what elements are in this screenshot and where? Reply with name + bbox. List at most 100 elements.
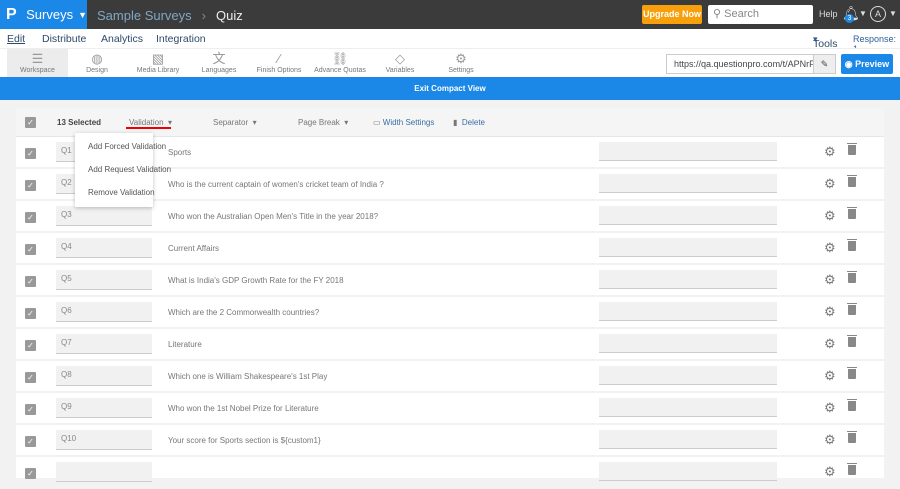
question-checkbox[interactable]: ✓ — [25, 436, 36, 447]
question-text[interactable]: Sports — [168, 148, 191, 157]
tab-edit[interactable]: Edit — [7, 33, 25, 45]
tab-distribute[interactable]: Distribute — [42, 33, 86, 45]
question-checkbox[interactable]: ✓ — [25, 468, 36, 479]
toolbar-workspace[interactable]: ☰ Workspace — [7, 49, 68, 78]
question-checkbox[interactable]: ✓ — [25, 244, 36, 255]
trash-icon[interactable] — [847, 303, 857, 315]
answer-field[interactable] — [599, 366, 777, 385]
answer-field[interactable] — [599, 270, 777, 289]
menu-item-remove-validation[interactable]: Remove Validation — [88, 188, 155, 197]
notification-badge: 3 — [845, 14, 854, 23]
answer-field[interactable] — [599, 174, 777, 193]
upgrade-button[interactable]: Upgrade Now — [642, 5, 702, 24]
product-switcher[interactable]: P Surveys ▼ — [0, 0, 87, 29]
exit-compact-view-button[interactable]: Exit Compact View — [0, 77, 900, 100]
trash-icon[interactable] — [847, 335, 857, 347]
avatar[interactable]: A — [870, 6, 886, 22]
question-text[interactable]: What is India's GDP Growth Rate for the … — [168, 276, 344, 285]
ruler-icon: ▭ — [373, 118, 381, 127]
preview-button[interactable]: ◉ Preview — [841, 54, 893, 74]
breadcrumb-folder[interactable]: Sample Surveys — [97, 8, 192, 23]
question-code-input[interactable] — [56, 462, 152, 482]
question-checkbox[interactable]: ✓ — [25, 148, 36, 159]
question-code-input[interactable]: Q10 — [56, 430, 152, 450]
trash-icon[interactable] — [847, 431, 857, 443]
question-code-input[interactable]: Q4 — [56, 238, 152, 258]
tools-menu[interactable]: Tools ▾ — [813, 34, 838, 50]
validation-dropdown[interactable]: Validation ▾ — [129, 118, 172, 127]
question-code-input[interactable]: Q8 — [56, 366, 152, 386]
question-checkbox[interactable]: ✓ — [25, 308, 36, 319]
answer-field[interactable] — [599, 334, 777, 353]
toolbar-media-library[interactable]: ▧ Media Library — [132, 49, 184, 78]
answer-field[interactable] — [599, 302, 777, 321]
search-input[interactable]: ⚲ Search — [708, 5, 813, 24]
toolbar-settings[interactable]: ⚙ Settings — [446, 49, 476, 78]
question-code-input[interactable]: Q7 — [56, 334, 152, 354]
tab-analytics[interactable]: Analytics — [101, 33, 143, 45]
answer-field[interactable] — [599, 430, 777, 449]
trash-icon[interactable] — [847, 271, 857, 283]
gear-icon[interactable]: ⚙ — [824, 208, 836, 224]
gear-icon[interactable]: ⚙ — [824, 368, 836, 384]
answer-field[interactable] — [599, 398, 777, 417]
width-settings-button[interactable]: ▭ Width Settings — [373, 118, 434, 127]
trash-icon[interactable] — [847, 239, 857, 251]
caret-down-icon[interactable]: ▼ — [859, 9, 867, 18]
question-text[interactable]: Who is the current captain of women's cr… — [168, 180, 384, 189]
question-code-input[interactable]: Q6 — [56, 302, 152, 322]
answer-field[interactable] — [599, 238, 777, 257]
answer-field[interactable] — [599, 142, 777, 161]
survey-url-field[interactable]: https://qa.questionpro.com/t/APNrFZeY ✎ — [666, 54, 836, 74]
toolbar-design[interactable]: ◍ Design — [72, 49, 122, 78]
separator-dropdown[interactable]: Separator ▾ — [213, 118, 257, 127]
trash-icon[interactable] — [847, 463, 857, 475]
caret-down-icon[interactable]: ▼ — [889, 9, 897, 18]
question-text[interactable]: Which one is William Shakespeare's 1st P… — [168, 372, 327, 381]
toolbar-advance-quotas[interactable]: ⛓ Advance Quotas — [314, 49, 366, 78]
select-all-checkbox[interactable]: ✓ — [25, 117, 36, 128]
trash-icon[interactable] — [847, 399, 857, 411]
gear-icon[interactable]: ⚙ — [824, 464, 836, 480]
gear-icon[interactable]: ⚙ — [824, 304, 836, 320]
question-text[interactable]: Literature — [168, 340, 202, 349]
trash-icon[interactable] — [847, 143, 857, 155]
question-code-input[interactable]: Q9 — [56, 398, 152, 418]
question-text[interactable]: Which are the 2 Commorwealth countries? — [168, 308, 319, 317]
question-checkbox[interactable]: ✓ — [25, 276, 36, 287]
question-checkbox[interactable]: ✓ — [25, 180, 36, 191]
trash-icon[interactable] — [847, 207, 857, 219]
question-text[interactable]: Current Affairs — [168, 244, 219, 253]
gear-icon[interactable]: ⚙ — [824, 240, 836, 256]
pencil-icon[interactable]: ✎ — [813, 55, 835, 73]
question-code-input[interactable]: Q5 — [56, 270, 152, 290]
question-checkbox[interactable]: ✓ — [25, 340, 36, 351]
answer-field[interactable] — [599, 206, 777, 225]
question-text[interactable]: Who won the 1st Nobel Prize for Literatu… — [168, 404, 319, 413]
menu-item-add-forced-validation[interactable]: Add Forced Validation — [88, 142, 166, 151]
page-break-dropdown[interactable]: Page Break ▾ — [298, 118, 348, 127]
question-checkbox[interactable]: ✓ — [25, 372, 36, 383]
delete-button[interactable]: ▮ Delete — [453, 118, 485, 127]
question-code-input[interactable]: Q3 — [56, 206, 152, 226]
gear-icon[interactable]: ⚙ — [824, 400, 836, 416]
question-checkbox[interactable]: ✓ — [25, 404, 36, 415]
help-link[interactable]: Help — [819, 9, 838, 19]
toolbar-finish-options[interactable]: ⁄ Finish Options — [256, 49, 302, 78]
gear-icon[interactable]: ⚙ — [824, 272, 836, 288]
gear-icon[interactable]: ⚙ — [824, 336, 836, 352]
trash-icon[interactable] — [847, 367, 857, 379]
gear-icon[interactable]: ⚙ — [824, 144, 836, 160]
tab-integration[interactable]: Integration — [156, 33, 206, 45]
toolbar-variables[interactable]: ◇ Variables — [384, 49, 416, 78]
gear-icon[interactable]: ⚙ — [824, 176, 836, 192]
trash-icon[interactable] — [847, 175, 857, 187]
menu-item-add-request-validation[interactable]: Add Request Validation — [88, 165, 171, 174]
question-text[interactable]: Who won the Australian Open Men's Title … — [168, 212, 378, 221]
answer-field[interactable] — [599, 462, 777, 481]
image-icon: ▧ — [151, 51, 165, 66]
question-checkbox[interactable]: ✓ — [25, 212, 36, 223]
question-text[interactable]: Your score for Sports section is ${custo… — [168, 436, 321, 445]
toolbar-languages[interactable]: 文 Languages — [198, 49, 240, 78]
gear-icon[interactable]: ⚙ — [824, 432, 836, 448]
